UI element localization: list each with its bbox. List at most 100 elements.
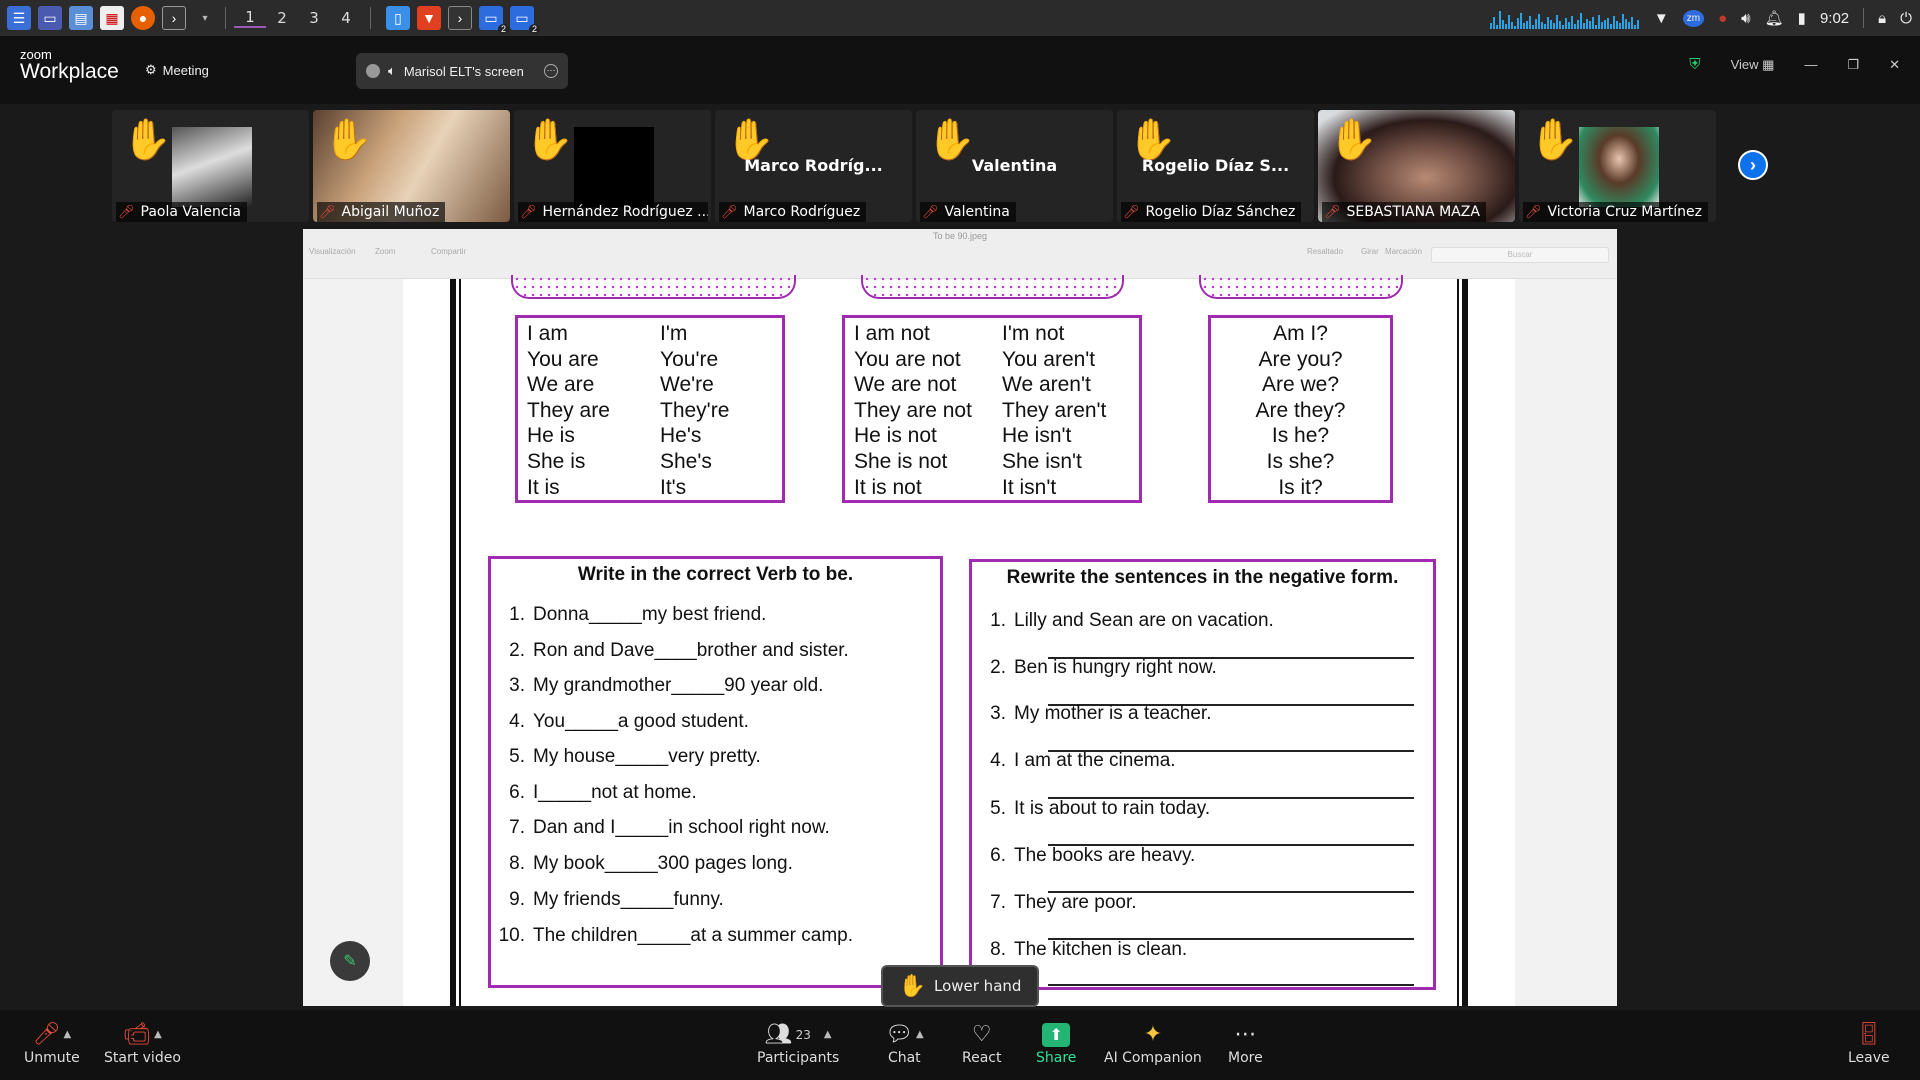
react-button[interactable]: ♡ React [962, 1020, 1001, 1066]
workspace-3[interactable]: 3 [298, 9, 330, 27]
item-text: Lilly and Sean are on vacation. [1014, 610, 1274, 631]
separator [370, 7, 371, 29]
participant-tile[interactable]: ✋ 🎤︎ Victoria Cruz Martínez [1519, 110, 1716, 222]
participant-tile[interactable]: ✋ 🎤︎ Hernández Rodríguez ... [514, 110, 711, 222]
conj-item: I am not [854, 322, 930, 345]
app-menu-icon[interactable]: ☰ [7, 6, 31, 30]
exercise-item: 6. I_____not at home. [491, 782, 697, 804]
chevron-up-icon[interactable]: ▲ [824, 1020, 832, 1050]
annotate-pencil-icon[interactable]: ✎ [330, 941, 370, 981]
item-number: 4. [990, 750, 1006, 771]
zoom-tray-icon[interactable]: zm [1682, 9, 1705, 27]
audio-level-bar [1612, 16, 1615, 29]
close-button[interactable]: ✕ [1889, 57, 1900, 73]
start-video-button[interactable]: 📹︎ ▲ Start video [104, 1020, 181, 1066]
item-text: My grandmother_____90 year old. [533, 675, 824, 696]
bell-icon[interactable]: 🔔︎ [1765, 9, 1784, 27]
search-placeholder: Buscar [1507, 250, 1533, 259]
exercise-item: 3. My grandmother_____90 year old. [491, 675, 823, 697]
zoom-workplace-logo: zoom Workplace [20, 48, 119, 82]
separator [225, 7, 226, 29]
screen-share-indicator[interactable]: 🔈︎ Marisol ELT's screen ··· [356, 53, 568, 89]
zoom-meeting-window-icon[interactable]: ▭ 2 [510, 6, 540, 34]
participants-button[interactable]: 👥︎ 23 ▲ Participants [757, 1020, 839, 1066]
chevron-down-icon[interactable]: ▾ [193, 6, 217, 30]
view-button[interactable]: View ▦ [1731, 57, 1775, 73]
workspace-1[interactable]: 1 [234, 8, 266, 28]
speaker-icon: 🔈︎ [388, 63, 396, 78]
participant-tile[interactable]: ✋ Marco Rodríg... 🎤︎ Marco Rodríguez [715, 110, 912, 222]
participant-tile[interactable]: ✋ Rogelio Díaz S... 🎤︎ Rogelio Díaz Sánch… [1117, 110, 1314, 222]
workspace-4[interactable]: 4 [330, 9, 362, 27]
item-number: 7. [509, 817, 525, 838]
terminal-window-icon[interactable]: › [448, 6, 472, 30]
audio-level-bar [1618, 23, 1621, 29]
more-options-icon[interactable]: ··· [544, 64, 558, 78]
markup-tool[interactable]: Marcación [1385, 247, 1422, 256]
participant-tile[interactable]: ✋ 🎤︎ Paola Valencia [112, 110, 309, 222]
participant-name: Abigail Muñoz [341, 204, 440, 220]
chat-button[interactable]: 💬︎ ▲ Chat [885, 1020, 924, 1066]
highlight-tool[interactable]: Resaltado [1307, 247, 1343, 256]
item-text: They are poor. [1014, 892, 1137, 913]
conj-item: She isn't [1002, 449, 1082, 473]
participant-name: SEBASTIANA MAZA [1346, 204, 1480, 220]
zoom-tool[interactable]: Zoom [375, 247, 395, 256]
rotate-tool[interactable]: Girar [1361, 247, 1379, 256]
chevron-up-icon[interactable]: ▲ [916, 1020, 924, 1050]
participant-tile[interactable]: ✋ Valentina 🎤︎ Valentina [916, 110, 1113, 222]
more-button[interactable]: ⋯ More [1228, 1020, 1263, 1066]
chevron-up-icon[interactable]: ▲ [63, 1020, 71, 1050]
item-text: The books are heavy. [1014, 845, 1196, 866]
brave-icon[interactable]: ▼ [417, 6, 441, 30]
logo-workplace-text: Workplace [20, 60, 119, 83]
item-text: The children_____at a summer camp. [533, 925, 853, 946]
conj-item: It's [660, 475, 687, 499]
workspace-2[interactable]: 2 [266, 9, 298, 27]
leave-button[interactable]: 🚪︎ Leave [1848, 1020, 1890, 1066]
participant-name: Rogelio Díaz Sánchez [1145, 204, 1296, 220]
volume-icon[interactable]: 🔊︎ [1741, 10, 1750, 27]
participant-tile[interactable]: ✋ 🎤︎ Abigail Muñoz [313, 110, 510, 222]
next-page-arrow-icon[interactable]: › [1738, 150, 1768, 180]
battery-icon[interactable]: ▮ [1798, 9, 1806, 27]
start-video-label: Start video [104, 1050, 181, 1066]
power-icon[interactable]: ⏻ [1900, 10, 1912, 27]
muted-mic-icon: 🎤︎ [520, 204, 537, 220]
item-text: The kitchen is clean. [1014, 939, 1188, 960]
share-tool[interactable]: Compartir [431, 247, 466, 256]
security-shield-icon[interactable]: ⛨ [1689, 56, 1700, 73]
firefox-icon[interactable]: ● [131, 6, 155, 30]
ai-companion-button[interactable]: ✦ AI Companion [1104, 1020, 1202, 1066]
more-icon: ⋯ [1234, 1022, 1257, 1047]
audio-level-bar [1609, 24, 1612, 29]
chevron-up-icon[interactable]: ▲ [154, 1020, 162, 1050]
terminal-icon[interactable]: › [162, 6, 186, 30]
viewer-search-input[interactable]: Buscar [1431, 247, 1609, 263]
zoom-window-icon[interactable]: ▭ 2 [479, 6, 509, 34]
clock[interactable]: 9:02 [1820, 10, 1849, 27]
maximize-button[interactable]: ❐ [1847, 57, 1859, 73]
desktop-icon[interactable]: ▭ [38, 6, 62, 30]
lock-icon[interactable]: 🔒︎ [1878, 10, 1886, 27]
document-icon[interactable]: ▯ [386, 6, 410, 30]
minimize-button[interactable]: — [1804, 57, 1817, 72]
meeting-menu-button[interactable]: ⚙ Meeting [145, 62, 209, 78]
view-label: View [1730, 56, 1759, 72]
conj-item: It is not [854, 475, 922, 499]
file-manager-icon[interactable]: ▤ [69, 6, 93, 30]
audio-level-bar [1507, 15, 1510, 29]
document-viewer-icon[interactable]: ▦ [100, 6, 124, 30]
view-mode-tool[interactable]: Visualización [309, 247, 356, 256]
ai-companion-label: AI Companion [1104, 1050, 1202, 1066]
participant-tile[interactable]: ✋ 🎤︎ SEBASTIANA MAZA [1318, 110, 1515, 222]
share-button[interactable]: ⬆ Share [1036, 1020, 1076, 1066]
audio-level-bar [1558, 21, 1561, 29]
lower-hand-button[interactable]: ✋ Lower hand [881, 965, 1039, 1007]
decorative-header-banner [511, 275, 796, 299]
unmute-button[interactable]: 🎤︎ ▲ Unmute [24, 1020, 80, 1066]
wifi-icon[interactable]: ▼ [1654, 10, 1669, 27]
audio-level-bar [1528, 16, 1531, 29]
item-text: Ben is hungry right now. [1014, 657, 1217, 678]
raised-hand-icon: ✋ [898, 973, 926, 999]
